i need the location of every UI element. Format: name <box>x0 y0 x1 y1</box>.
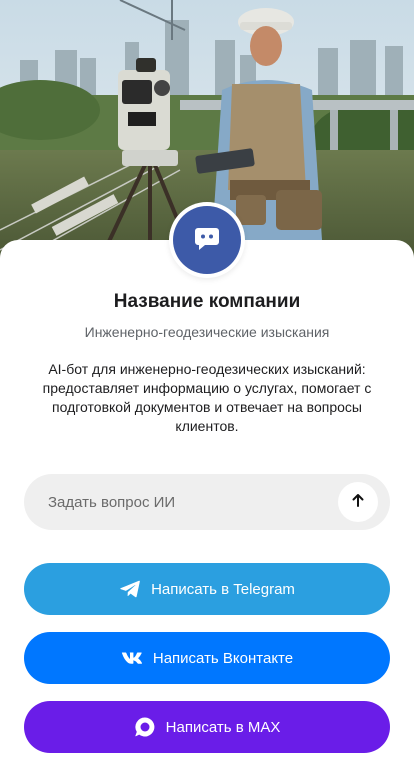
send-button[interactable] <box>338 482 378 522</box>
company-description: AI-бот для инженерно-геодезических изыск… <box>42 361 372 434</box>
max-icon <box>134 716 156 738</box>
avatar-badge <box>173 206 241 274</box>
telegram-icon <box>119 579 141 599</box>
arrow-up-icon <box>350 492 366 513</box>
ask-ai-input[interactable] <box>48 474 348 530</box>
page: Название компании Инженерно-геодезически… <box>0 0 414 770</box>
vk-icon <box>121 651 143 665</box>
company-name: Название компании <box>113 291 301 312</box>
company-avatar <box>169 202 245 278</box>
company-subtitle: Инженерно-геодезические изыскания <box>84 324 330 340</box>
max-button[interactable]: Написать в MAX <box>24 701 390 753</box>
telegram-button-label: Написать в Telegram <box>151 580 295 598</box>
vk-button-label: Написать Вконтакте <box>152 649 294 667</box>
chat-bubble-icon <box>193 224 221 257</box>
ask-ai-field <box>24 474 390 530</box>
max-button-label: Написать в MAX <box>165 718 281 736</box>
vk-button[interactable]: Написать Вконтакте <box>24 632 390 684</box>
telegram-button[interactable]: Написать в Telegram <box>24 563 390 615</box>
